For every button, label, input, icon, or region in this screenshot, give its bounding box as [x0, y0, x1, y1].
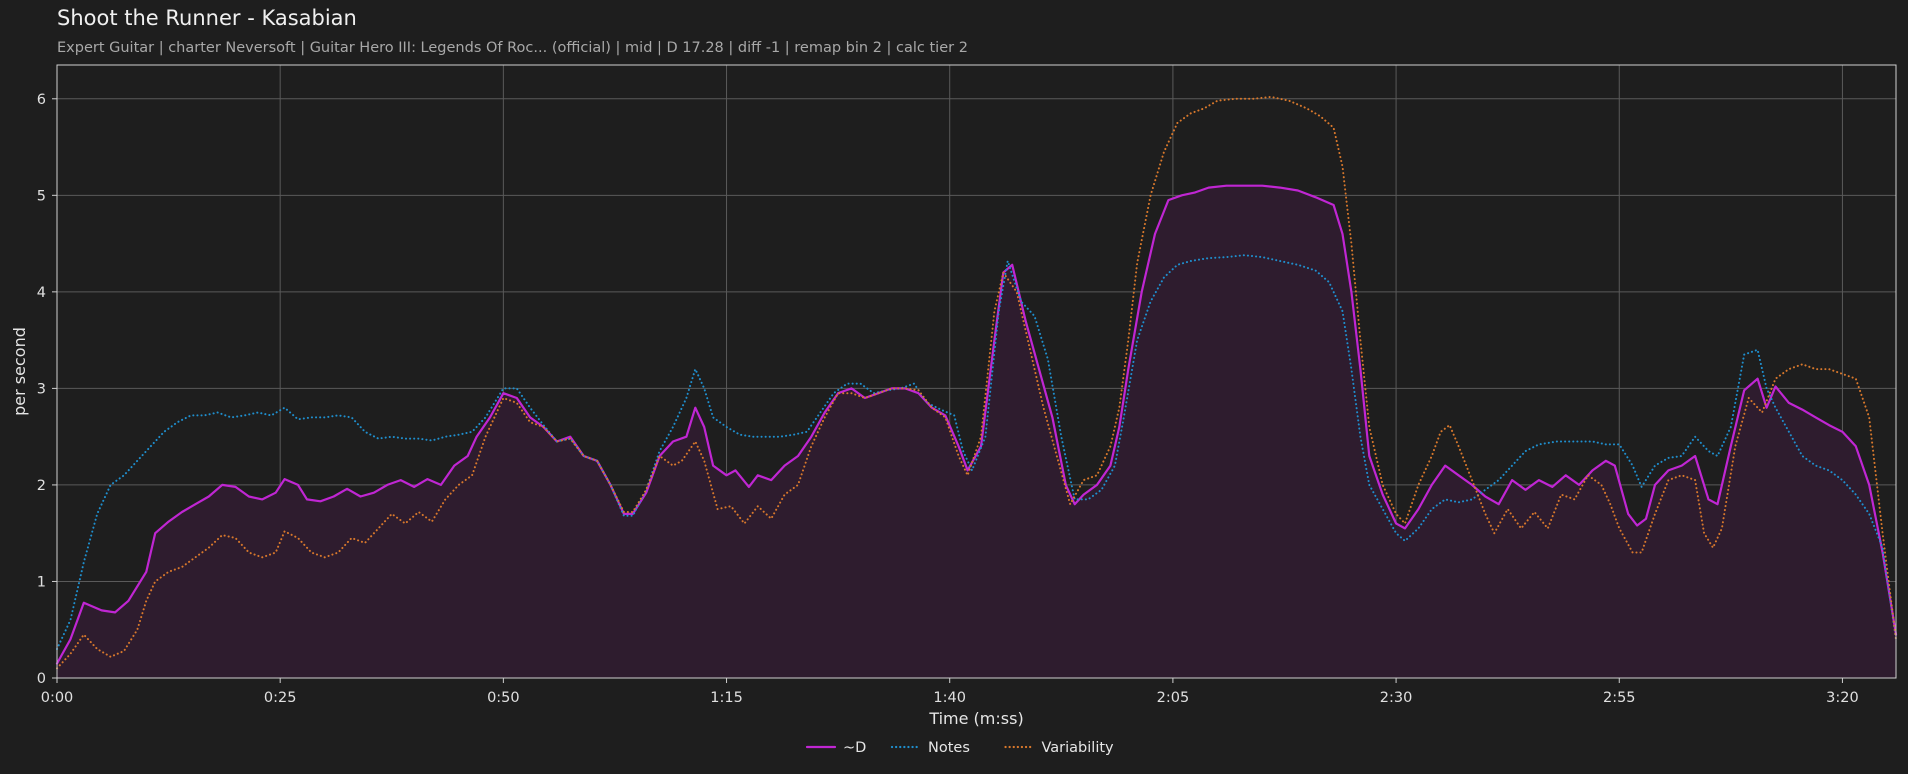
series-area-d: [57, 185, 1896, 678]
area-fills: [57, 185, 1896, 678]
y-axis: 0 1 2 3 4 5 6: [37, 92, 57, 687]
x-axis-label: Time (m:ss): [928, 709, 1023, 728]
x-tick-label: 0:00: [41, 690, 74, 706]
x-axis: 0:00 0:25 0:50 1:15 1:40 2:05 2:30 2:55 3:20: [41, 678, 1859, 706]
legend-label-notes: Notes: [928, 740, 970, 756]
x-tick-label: 2:55: [1603, 690, 1636, 706]
y-tick-label: 6: [37, 92, 46, 108]
x-tick-label: 1:15: [710, 690, 743, 706]
x-tick-label: 0:25: [264, 690, 297, 706]
y-tick-label: 0: [37, 671, 46, 687]
y-tick-label: 3: [37, 381, 46, 397]
line-chart: 0:00 0:25 0:50 1:15 1:40 2:05 2:30 2:55 3:20 0 1 2…: [10, 64, 1898, 756]
x-tick-label: 2:30: [1380, 690, 1413, 706]
y-tick-label: 5: [37, 188, 46, 204]
x-tick-label: 1:40: [933, 690, 966, 706]
y-tick-label: 4: [37, 285, 46, 301]
y-tick-label: 2: [37, 478, 46, 494]
legend: ~D Notes Variability: [805, 740, 1115, 756]
x-tick-label: 0:50: [487, 690, 520, 706]
legend-label-d: ~D: [843, 740, 866, 756]
y-axis-label: per second: [10, 327, 29, 416]
x-tick-label: 3:20: [1826, 690, 1859, 706]
legend-label-variability: Variability: [1042, 740, 1115, 756]
y-tick-label: 1: [37, 574, 46, 590]
x-tick-label: 2:05: [1157, 690, 1190, 706]
